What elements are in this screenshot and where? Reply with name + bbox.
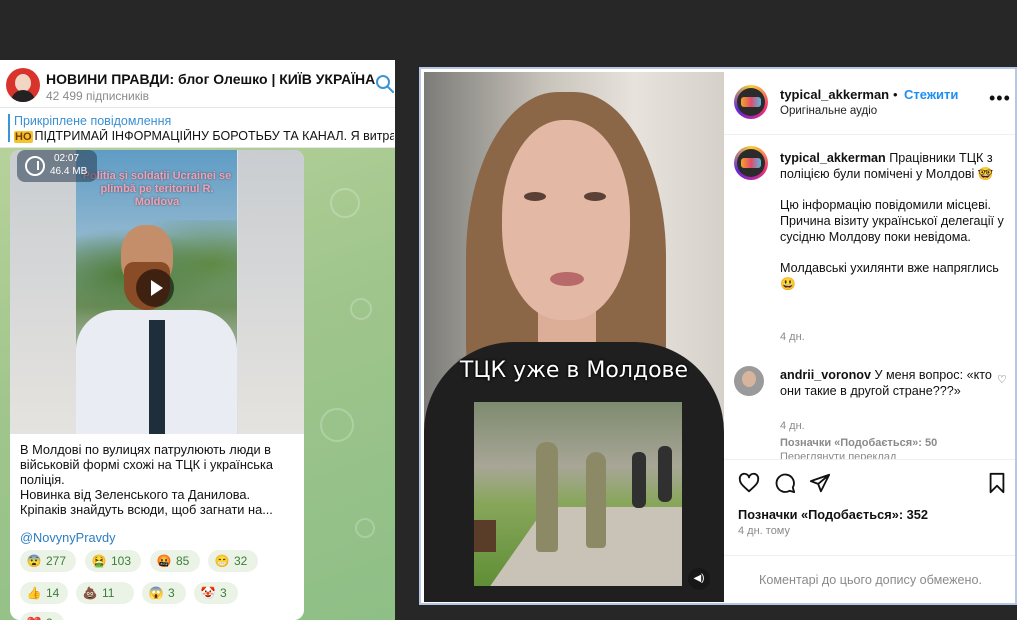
post-caption: typical_akkerman Працівники ТЦК з поліці…: [780, 150, 1010, 307]
message-text: В Молдові по вулицях патрулюють люди в в…: [20, 442, 300, 517]
channel-header[interactable]: НОВИНИ ПРАВДИ: блог Олешко | КИЇВ УКРАЇН…: [0, 60, 395, 108]
reaction-emoji: 💩: [82, 586, 98, 600]
heart-icon[interactable]: [738, 472, 760, 494]
action-bar: [724, 459, 1015, 499]
reaction-count: 85: [176, 554, 190, 568]
reaction-count: 277: [46, 554, 67, 568]
video-caption: Politia și soldații Ucrainei se plimbă p…: [82, 170, 232, 208]
message-bubble: Politia și soldații Ucrainei se plimbă p…: [10, 150, 304, 620]
pinned-message[interactable]: Прикріплене повідомлення НО ПІДТРИМАЙ ІНФ…: [0, 108, 395, 148]
pinned-label: Прикріплене повідомлення: [14, 114, 172, 128]
see-translation-link[interactable]: Переглянути переклад: [780, 451, 896, 459]
post-header: typical_akkerman • Стежити Оригінальне а…: [724, 69, 1015, 135]
reaction-emoji: ❤️: [26, 612, 42, 620]
post-date: 4 дн. тому: [738, 525, 790, 537]
pinned-badge: НО: [14, 131, 33, 143]
commenter-avatar[interactable]: [734, 366, 764, 396]
video-attachment[interactable]: Politia și soldații Ucrainei se plimbă p…: [10, 150, 304, 434]
audio-label[interactable]: Оригінальне аудіо: [780, 105, 877, 117]
reaction-chip[interactable]: 🤬 85: [150, 550, 200, 572]
comments-closed-notice: Коментарі до цього допису обмежено.: [724, 555, 1015, 603]
reaction-count: 11: [102, 586, 115, 600]
mute-icon[interactable]: ◀): [688, 568, 710, 590]
reaction-emoji: 🤬: [156, 554, 172, 568]
reaction-chip[interactable]: 🤡 3: [194, 582, 238, 604]
caption-username[interactable]: typical_akkerman: [780, 151, 886, 165]
comment-likes[interactable]: Позначки «Подобається»: 50: [780, 437, 937, 449]
pinned-bar: [8, 114, 10, 142]
caption-avatar[interactable]: [734, 146, 768, 180]
reaction-chip[interactable]: 👍 14: [20, 582, 68, 604]
pinned-text: НО ПІДТРИМАЙ ІНФОРМАЦІЙНУ БОРОТЬБУ ТА КАН…: [14, 129, 394, 143]
video-duration: 02:07: [54, 153, 80, 164]
reaction-emoji: 😨: [26, 554, 42, 568]
commenter-username[interactable]: andrii_voronov: [780, 368, 871, 382]
instagram-panel: ТЦК уже в Молдове ◀) typical_akkerman • …: [419, 67, 1017, 605]
reaction-count: 32: [234, 554, 248, 568]
telegram-panel: НОВИНИ ПРАВДИ: блог Олешко | КИЇВ УКРАЇН…: [0, 60, 395, 620]
reaction-count: 2: [46, 616, 53, 620]
caption-paragraph: Цю інформацію повідомили місцеві. Причин…: [780, 198, 1004, 244]
bookmark-icon[interactable]: [986, 472, 1008, 494]
reaction-count: 3: [220, 586, 227, 600]
embedded-clip: [474, 402, 682, 586]
message-line: Новинка від Зеленського та Данилова.: [20, 487, 251, 502]
video-size: 46.4 MB: [50, 166, 88, 177]
comment-like-icon[interactable]: ♡: [997, 373, 1007, 386]
channel-avatar[interactable]: [6, 68, 40, 102]
reaction-count: 14: [46, 586, 60, 600]
reel-video[interactable]: ТЦК уже в Молдове ◀): [424, 72, 724, 602]
reaction-emoji: 😱: [148, 586, 164, 600]
download-badge[interactable]: 02:07 46.4 MB: [17, 150, 97, 182]
reaction-emoji: 👍: [26, 586, 42, 600]
reaction-emoji: 🤡: [200, 586, 216, 600]
caption-paragraph: Молдавські ухилянти вже напряглись 😃: [780, 261, 999, 291]
follow-button[interactable]: Стежити: [904, 87, 958, 102]
comment-icon[interactable]: [774, 472, 796, 494]
comment: andrii_voronov У меня вопрос: «кто они т…: [780, 367, 995, 399]
reaction-count: 103: [111, 554, 132, 568]
author-username[interactable]: typical_akkerman: [780, 87, 889, 102]
chat-area: Politia și soldații Ucrainei se plimbă p…: [0, 148, 395, 620]
reaction-chip[interactable]: 😁 32: [208, 550, 258, 572]
more-icon[interactable]: •••: [989, 89, 1011, 107]
reaction-chip[interactable]: 😨 277: [20, 550, 76, 572]
search-icon[interactable]: [375, 74, 395, 94]
channel-mention-link[interactable]: @NovynyPravdy: [20, 530, 116, 545]
reaction-emoji: 🤮: [91, 554, 107, 568]
author-avatar[interactable]: [734, 85, 768, 119]
reaction-count: 3: [168, 586, 175, 600]
comment-time: 4 дн.: [780, 420, 805, 432]
reaction-chip[interactable]: 🤮 103: [85, 550, 141, 572]
likes-count[interactable]: Позначки «Подобається»: 352: [738, 507, 928, 522]
play-icon[interactable]: [136, 269, 174, 307]
caption-time: 4 дн.: [780, 331, 805, 343]
channel-title[interactable]: НОВИНИ ПРАВДИ: блог Олешко | КИЇВ УКРАЇН…: [46, 71, 375, 87]
pinned-text-content: ПІДТРИМАЙ ІНФОРМАЦІЙНУ БОРОТЬБУ ТА КАНАЛ…: [34, 129, 395, 143]
reaction-chip[interactable]: 😱 3: [142, 582, 186, 604]
reaction-chip[interactable]: ❤️ 2: [20, 612, 64, 620]
post-sidebar: typical_akkerman • Стежити Оригінальне а…: [724, 69, 1015, 603]
message-line: Кріпаків знайдуть всюди, щоб загнати на.…: [20, 502, 273, 517]
separator-dot: •: [893, 87, 898, 102]
subscriber-count: 42 499 підписників: [46, 89, 150, 103]
share-icon[interactable]: [809, 472, 831, 494]
reaction-chip[interactable]: 💩 11: [76, 582, 134, 604]
reel-overlay-text: ТЦК уже в Молдове: [459, 358, 689, 383]
message-line: В Молдові по вулицях патрулюють люди в в…: [20, 442, 273, 487]
download-icon[interactable]: [25, 156, 45, 176]
reaction-emoji: 😁: [214, 554, 230, 568]
